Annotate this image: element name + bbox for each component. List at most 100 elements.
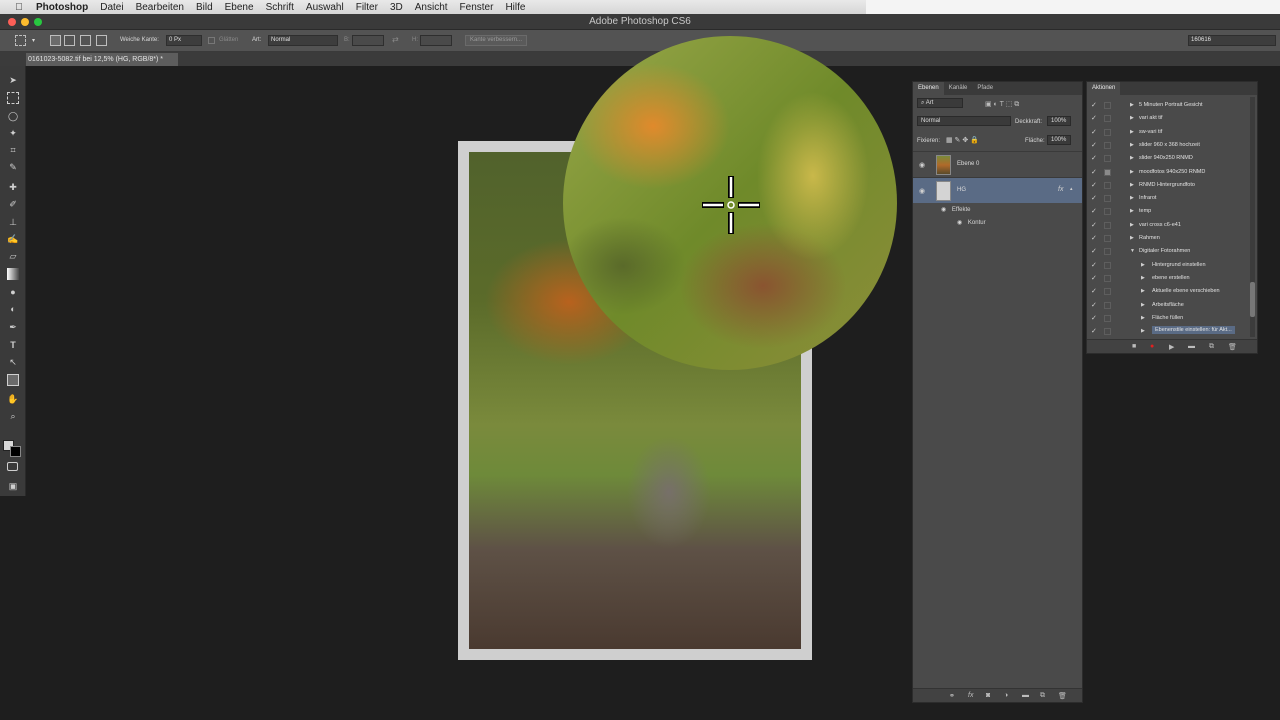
eraser-tool-icon[interactable]: ▱ — [7, 250, 19, 262]
menu-3d[interactable]: 3D — [390, 2, 403, 13]
action-dialog-toggle[interactable] — [1104, 141, 1111, 149]
apple-icon[interactable]:  — [12, 2, 26, 13]
action-toggle-check-icon[interactable]: ✓ — [1091, 314, 1097, 322]
effects-row[interactable]: ◉ Effekte — [941, 206, 1061, 213]
delete-layer-icon[interactable]: 🗑 — [1058, 692, 1067, 700]
lock-icons[interactable]: ▦ ✎ ✥ 🔒 — [946, 136, 996, 144]
delete-action-icon[interactable]: 🗑 — [1228, 343, 1237, 351]
action-toggle-check-icon[interactable]: ✓ — [1091, 141, 1097, 149]
action-item[interactable]: ✓ ▶ ebene erstellen — [1087, 272, 1257, 285]
action-toggle-check-icon[interactable]: ✓ — [1091, 194, 1097, 202]
action-toggle-check-icon[interactable]: ✓ — [1091, 274, 1097, 282]
action-dialog-toggle[interactable] — [1104, 115, 1111, 123]
preset-dropdown-arrow[interactable]: ▾ — [32, 37, 35, 44]
action-dialog-toggle[interactable] — [1104, 248, 1111, 256]
expand-arrow-icon[interactable]: ▶ — [1141, 328, 1145, 334]
action-dialog-toggle[interactable] — [1104, 301, 1111, 309]
layer-fx-badge[interactable]: fx — [1058, 186, 1063, 193]
action-toggle-check-icon[interactable]: ✓ — [1091, 101, 1097, 109]
action-item[interactable]: ✓ ▶ Aktuelle ebene verschieben — [1087, 285, 1257, 298]
pen-tool-icon[interactable]: ✒ — [7, 321, 19, 333]
path-selection-tool-icon[interactable]: ↖ — [7, 356, 19, 368]
action-item[interactable]: ✓ ▶ Fläche füllen — [1087, 312, 1257, 325]
type-tool-icon[interactable]: T — [7, 339, 19, 351]
action-dialog-toggle[interactable] — [1104, 261, 1111, 269]
action-toggle-check-icon[interactable]: ✓ — [1091, 154, 1097, 162]
action-dialog-toggle[interactable] — [1104, 235, 1111, 242]
expand-arrow-icon[interactable]: ▶ — [1130, 195, 1134, 201]
action-dialog-toggle[interactable] — [1104, 102, 1111, 109]
action-item[interactable]: ✓ ▶ temp — [1087, 205, 1257, 218]
action-toggle-check-icon[interactable]: ✓ — [1091, 247, 1097, 255]
hand-tool-icon[interactable]: ✋ — [7, 393, 19, 405]
blend-mode-select[interactable]: Normal — [917, 116, 1011, 126]
quick-mask-icon[interactable] — [7, 462, 18, 471]
document-tab[interactable]: 0161023-5082.tif bei 12,5% (HG, RGB/8*) … — [26, 53, 178, 66]
zoom-tool-icon[interactable]: ⌕ — [7, 410, 19, 422]
action-item[interactable]: ✓ ▶ 5 Minuten Portrait Gesicht — [1087, 99, 1257, 112]
opacity-input[interactable]: 100% — [1047, 116, 1071, 126]
layer-row-hg[interactable]: ◉ HG fx ▴ — [913, 177, 1082, 203]
action-item[interactable]: ✓ ▶ Arbeitsfläche — [1087, 299, 1257, 312]
expand-arrow-icon[interactable]: ▶ — [1130, 142, 1134, 148]
action-item[interactable]: ✓ ▶ slider 960 x 368 hochzeit — [1087, 139, 1257, 152]
expand-arrow-icon[interactable]: ▶ — [1130, 222, 1134, 228]
action-toggle-check-icon[interactable]: ✓ — [1091, 234, 1097, 242]
action-item[interactable]: ✓ ▶ vari cross c6-e41 — [1087, 219, 1257, 232]
action-item[interactable]: ✓ ▶ sw-vari tif — [1087, 126, 1257, 139]
new-group-icon[interactable]: ▬ — [1022, 692, 1029, 699]
move-tool-icon[interactable]: ➤ — [7, 74, 19, 86]
add-selection-icon[interactable] — [64, 35, 75, 46]
expand-arrow-icon[interactable]: ▶ — [1130, 129, 1134, 135]
menu-filter[interactable]: Filter — [356, 2, 378, 13]
play-icon[interactable]: ▶ — [1169, 343, 1174, 351]
smooth-checkbox[interactable] — [208, 37, 215, 44]
history-brush-tool-icon[interactable]: ✍ — [7, 233, 19, 245]
action-item[interactable]: ✓ ▶ Hintergrund einstellen — [1087, 259, 1257, 272]
new-set-icon[interactable]: ▬ — [1188, 343, 1195, 350]
tab-pfade[interactable]: Pfade — [972, 82, 998, 95]
feather-input[interactable]: 0 Px — [166, 35, 202, 46]
action-toggle-check-icon[interactable]: ✓ — [1091, 181, 1097, 189]
quick-selection-tool-icon[interactable]: ✦ — [7, 127, 19, 139]
menu-app[interactable]: Photoshop — [36, 2, 88, 13]
tab-ebenen[interactable]: Ebenen — [913, 82, 944, 95]
width-input[interactable] — [352, 35, 384, 46]
visibility-eye-icon[interactable]: ◉ — [941, 207, 946, 213]
add-style-icon[interactable]: fx — [968, 692, 973, 699]
visibility-eye-icon[interactable]: ◉ — [919, 187, 925, 195]
action-toggle-check-icon[interactable]: ✓ — [1091, 114, 1097, 122]
refine-edge-button[interactable]: Kante verbessern... — [465, 35, 528, 46]
expand-arrow-icon[interactable]: ▶ — [1130, 169, 1134, 175]
action-dialog-toggle[interactable] — [1104, 288, 1111, 296]
action-dialog-toggle[interactable] — [1104, 328, 1111, 336]
action-item[interactable]: ✓ ▶ moodfotos 940x250 RNMD — [1087, 166, 1257, 179]
action-toggle-check-icon[interactable]: ✓ — [1091, 168, 1097, 176]
action-toggle-check-icon[interactable]: ✓ — [1091, 261, 1097, 269]
dodge-tool-icon[interactable]: ◐ — [7, 303, 19, 315]
adjustment-layer-icon[interactable]: ◑ — [1004, 692, 1008, 699]
tab-kanaele[interactable]: Kanäle — [944, 82, 973, 95]
gradient-tool-icon[interactable] — [7, 268, 19, 280]
lasso-tool-icon[interactable]: ◯ — [7, 110, 19, 122]
action-item[interactable]: ✓ ▼ Digitaler Fotorahmen — [1087, 245, 1257, 258]
menu-hilfe[interactable]: Hilfe — [505, 2, 525, 13]
action-dialog-toggle[interactable] — [1104, 195, 1111, 203]
expand-arrow-icon[interactable]: ▶ — [1141, 288, 1145, 294]
layer-filter-icons[interactable]: ▣ ◐ T ⬚ ⧉ — [985, 100, 1075, 109]
link-layers-icon[interactable]: ⚭ — [949, 692, 955, 700]
action-toggle-check-icon[interactable]: ✓ — [1091, 207, 1097, 215]
menu-ansicht[interactable]: Ansicht — [415, 2, 448, 13]
action-item[interactable]: ✓ ▶ vari akt tif — [1087, 112, 1257, 125]
expand-arrow-icon[interactable]: ▶ — [1130, 208, 1134, 214]
action-item[interactable]: ✓ ▶ slider 940x250 RNMD — [1087, 152, 1257, 165]
menu-ebene[interactable]: Ebene — [225, 2, 254, 13]
tab-aktionen[interactable]: Aktionen — [1087, 82, 1121, 95]
menu-bild[interactable]: Bild — [196, 2, 213, 13]
action-item[interactable]: ✓ ▶ Ebenenstile einstellen: für Akt... — [1087, 325, 1257, 338]
intersect-selection-icon[interactable] — [96, 35, 107, 46]
action-dialog-toggle[interactable] — [1104, 181, 1111, 189]
expand-arrow-icon[interactable]: ▶ — [1130, 182, 1134, 188]
menu-schrift[interactable]: Schrift — [266, 2, 294, 13]
expand-arrow-icon[interactable]: ▶ — [1130, 155, 1134, 161]
